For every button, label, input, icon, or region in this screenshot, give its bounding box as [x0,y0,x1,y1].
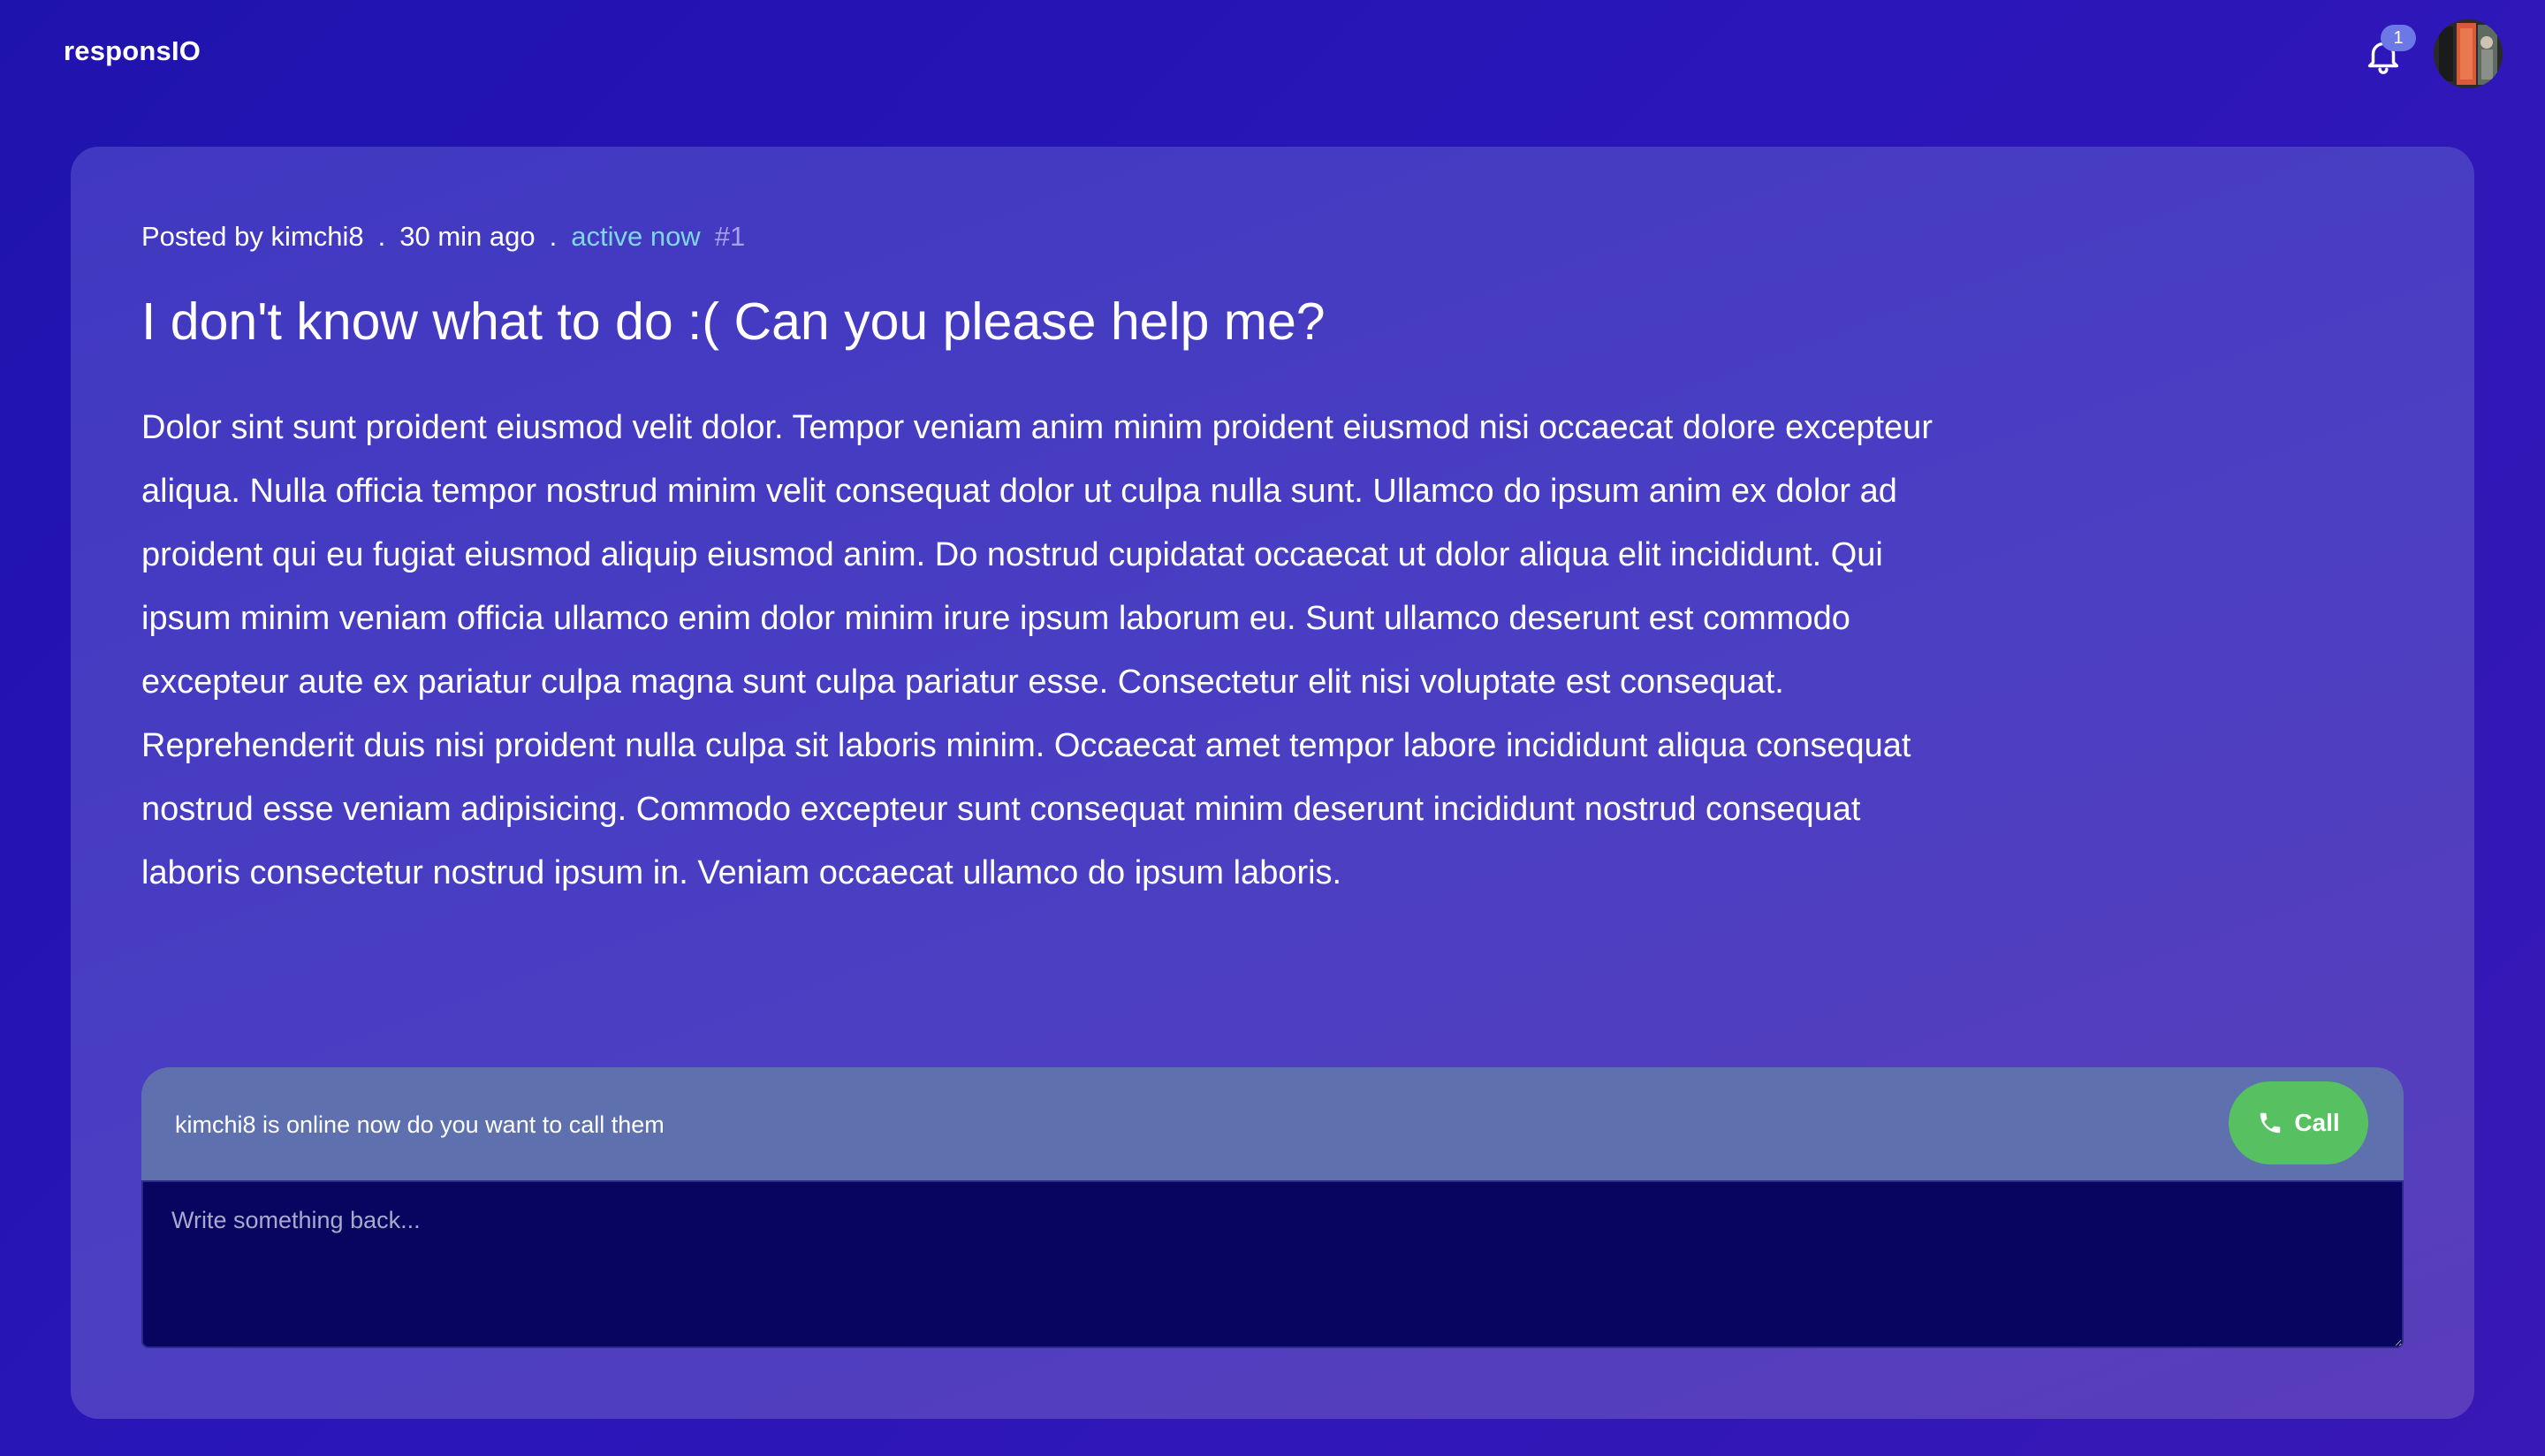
call-label: Call [2294,1109,2340,1136]
online-message: kimchi8 is online now do you want to cal… [175,1111,665,1138]
post-title: I don't know what to do :( Can you pleas… [141,292,1326,351]
phone-icon [2257,1110,2283,1136]
post-card: Posted by kimchi8. 30 min ago. active now #… [71,147,2474,1419]
post-author[interactable]: kimchi8 [271,221,364,253]
post-time: 30 min ago [399,221,536,252]
call-button[interactable]: Call [2229,1081,2368,1164]
post-body: Dolor sint sunt proident eiusmod velit d… [141,409,1933,891]
app-logo[interactable]: responsIO [64,35,201,67]
reply-input[interactable] [141,1180,2404,1348]
reply-section: kimchi8 is online now do you want to cal… [141,1067,2404,1348]
online-notice-bar: kimchi8 is online now do you want to cal… [141,1067,2404,1180]
post-number: #1 [714,221,746,252]
post-meta: Posted by kimchi8. 30 min ago. active now #… [141,221,745,253]
author-status: active now [571,221,701,252]
meta-separator: . [549,221,558,252]
notification-count-badge: 1 [2381,25,2416,51]
user-avatar[interactable] [2434,19,2503,88]
posted-by-label: Posted by [141,221,263,252]
top-bar: responsIO 1 [0,0,2545,111]
meta-separator: . [377,221,386,252]
